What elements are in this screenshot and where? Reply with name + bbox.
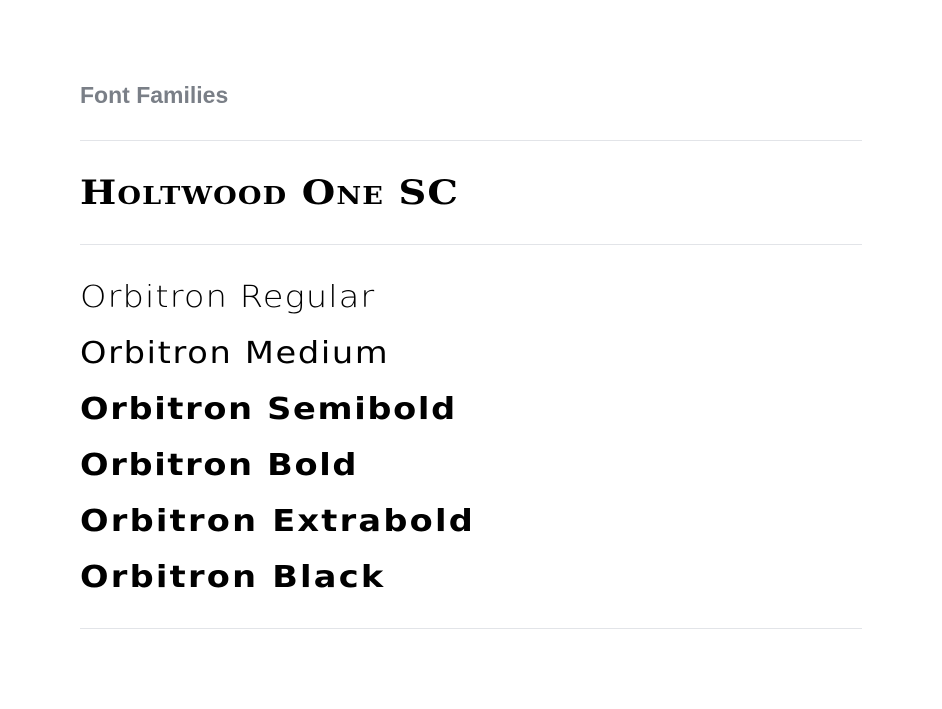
section-title: Font Families [80,82,229,108]
divider-middle [80,244,862,245]
font-sample-semibold: Orbitron Semibold [80,392,457,427]
font-sample-medium: Orbitron Medium [80,336,390,371]
font-weight-list: Orbitron Regular Orbitron Medium Orbitro… [80,276,473,612]
font-sample-bold: Orbitron Bold [80,448,359,483]
font-sample-regular: Orbitron Regular [80,280,376,315]
divider-top [80,140,862,141]
font-sample-black: Orbitron Black [80,560,386,595]
divider-bottom [80,628,862,629]
font-sample-extrabold: Orbitron Extrabold [80,504,475,539]
display-font-sample: Holtwood One SC [80,173,460,213]
